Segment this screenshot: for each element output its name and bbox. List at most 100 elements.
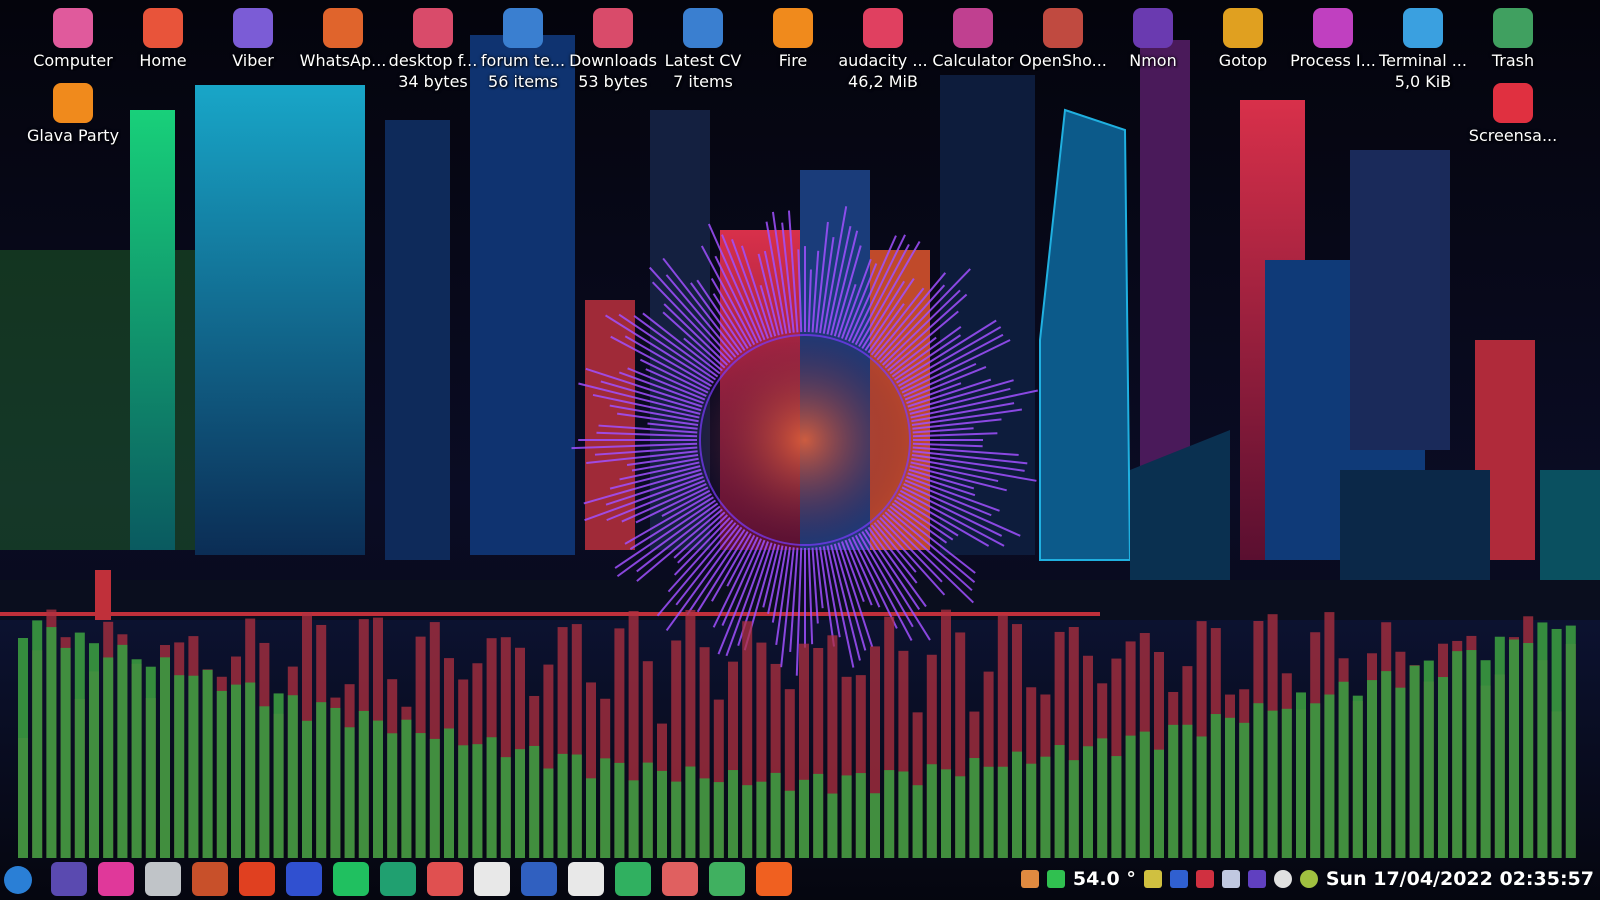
desktop-icon[interactable]: WhatsAp... bbox=[295, 8, 391, 71]
visualizer-bar bbox=[1423, 660, 1434, 858]
desktop-icon[interactable]: Fire bbox=[745, 8, 841, 71]
keyboard-icon[interactable] bbox=[474, 862, 510, 896]
video-icon[interactable] bbox=[286, 862, 322, 896]
visualizer-bar bbox=[827, 793, 838, 858]
desktop-icon-label: Viber bbox=[232, 51, 274, 70]
visualizer-bar bbox=[742, 785, 753, 858]
radio-icon[interactable] bbox=[615, 862, 651, 896]
visualizer-bar bbox=[415, 733, 426, 858]
visualizer-bar bbox=[174, 675, 185, 858]
vpn-icon[interactable] bbox=[1247, 870, 1266, 888]
visualizer-bar bbox=[1352, 695, 1363, 858]
visualizer-bar bbox=[1225, 717, 1235, 858]
visualizer-bar bbox=[1281, 708, 1292, 858]
desktop-icon-label: Fire bbox=[778, 51, 808, 70]
visualizer-bar bbox=[515, 749, 525, 858]
desktop-icon[interactable]: OpenSho... bbox=[1015, 8, 1111, 71]
desktop-icon-label: Glava Party bbox=[26, 126, 120, 145]
desktop-icon[interactable]: audacity ... 46,2 MiB bbox=[835, 8, 931, 92]
desktop-icon[interactable]: Process I... bbox=[1285, 8, 1381, 71]
visualizer-bar bbox=[1452, 651, 1463, 858]
visualizer-bar bbox=[784, 790, 795, 858]
amazon-icon[interactable] bbox=[568, 862, 604, 896]
visualizer-bar bbox=[401, 719, 412, 858]
monitor-icon bbox=[53, 8, 93, 48]
clock[interactable]: Sun 17/04/2022 02:35:57 bbox=[1326, 868, 1594, 890]
desktop-icon[interactable]: Nmon bbox=[1105, 8, 1201, 71]
desktop-icon[interactable]: Home bbox=[115, 8, 211, 71]
whatsapp-icon bbox=[323, 8, 363, 48]
process-icon bbox=[1313, 8, 1353, 48]
visualizer-bar bbox=[1565, 625, 1576, 858]
visualizer-bar bbox=[1537, 622, 1548, 858]
lightning-icon[interactable] bbox=[239, 862, 275, 896]
flag-icon[interactable] bbox=[1221, 870, 1240, 888]
visualizer-bar bbox=[103, 657, 114, 858]
desktop-icon[interactable]: Viber bbox=[205, 8, 301, 71]
mail-icon[interactable] bbox=[709, 862, 745, 896]
visualizer-bar bbox=[1168, 724, 1179, 858]
shield-icon[interactable] bbox=[1195, 870, 1214, 888]
cpu-icon[interactable] bbox=[192, 862, 228, 896]
visualizer-bar bbox=[202, 669, 213, 858]
bluetooth-icon[interactable] bbox=[1169, 870, 1188, 888]
desktop-icon[interactable]: desktop f... 34 bytes bbox=[385, 8, 481, 92]
visualizer-bar bbox=[1409, 665, 1420, 858]
system-tray: 54.0 ° Sun 17/04/2022 02:35:57 bbox=[1020, 858, 1594, 900]
desktop-icon[interactable]: Computer bbox=[25, 8, 121, 71]
visualizer-bar bbox=[458, 745, 469, 858]
menu-icon[interactable] bbox=[4, 866, 32, 894]
visualizer-bar bbox=[1139, 731, 1150, 858]
visualizer-bar bbox=[316, 702, 327, 858]
files-icon[interactable] bbox=[51, 862, 87, 896]
visualizer-bar bbox=[1083, 746, 1093, 858]
desktop-icon[interactable]: Glava Party bbox=[25, 83, 121, 146]
disk-icon[interactable] bbox=[145, 862, 181, 896]
visualizer-bar bbox=[245, 682, 256, 858]
archive-icon[interactable] bbox=[98, 862, 134, 896]
visualizer-bar bbox=[145, 666, 156, 858]
visualizer-bar bbox=[1239, 722, 1250, 858]
terminal-icon[interactable] bbox=[662, 862, 698, 896]
desktop-icon[interactable]: Gotop bbox=[1195, 8, 1291, 71]
visualizer-bar bbox=[1026, 763, 1037, 858]
desktop-icon-label: Latest CV bbox=[664, 51, 742, 70]
visualizer-bar bbox=[1310, 703, 1321, 858]
desktop-icon-label: Nmon bbox=[1129, 51, 1177, 70]
desktop-icon[interactable]: forum te... 56 items bbox=[475, 8, 571, 92]
text-file-icon bbox=[1403, 8, 1443, 48]
visualizer-bar bbox=[1438, 677, 1448, 858]
refresh-icon[interactable] bbox=[380, 862, 416, 896]
visualizer-bar bbox=[1367, 680, 1377, 858]
desktop-icon[interactable]: Latest CV 7 items bbox=[655, 8, 751, 92]
desktop-icon-label: audacity ... bbox=[838, 51, 928, 70]
desktop-icon[interactable]: Terminal ... 5,0 KiB bbox=[1375, 8, 1471, 92]
desktop-icon-detail: 56 items bbox=[488, 72, 558, 91]
desktop-icon[interactable]: Screensa... bbox=[1465, 83, 1561, 146]
battery-icon[interactable] bbox=[1143, 870, 1162, 888]
music-note-icon[interactable] bbox=[1020, 870, 1039, 888]
terminal-icon[interactable] bbox=[427, 862, 463, 896]
updates-icon[interactable] bbox=[1273, 870, 1292, 888]
network-icon[interactable] bbox=[1046, 870, 1065, 888]
visualizer-bar bbox=[614, 762, 625, 858]
visualizer-bar bbox=[429, 738, 440, 858]
screenshot-icon[interactable] bbox=[521, 862, 557, 896]
visualizer-bar bbox=[330, 707, 341, 858]
music-icon[interactable] bbox=[333, 862, 369, 896]
visualizer-bar bbox=[1111, 756, 1122, 858]
visualizer-bar bbox=[1253, 703, 1264, 858]
visualizer-bar bbox=[131, 659, 142, 858]
desktop-icon[interactable]: Trash bbox=[1465, 8, 1561, 71]
visualizer-bar bbox=[89, 643, 99, 858]
desktop-icon[interactable]: Calculator bbox=[925, 8, 1021, 71]
visualizer-bar bbox=[1381, 671, 1392, 858]
glava-icon bbox=[53, 83, 93, 123]
firefox-icon[interactable] bbox=[756, 862, 792, 896]
visualizer-bar bbox=[231, 684, 241, 858]
settings-icon[interactable] bbox=[1299, 870, 1318, 888]
visualizer-bar bbox=[713, 782, 724, 858]
visualizer-bar bbox=[955, 776, 966, 858]
visualizer-bar bbox=[600, 758, 611, 858]
desktop-icon[interactable]: Downloads 53 bytes bbox=[565, 8, 661, 92]
